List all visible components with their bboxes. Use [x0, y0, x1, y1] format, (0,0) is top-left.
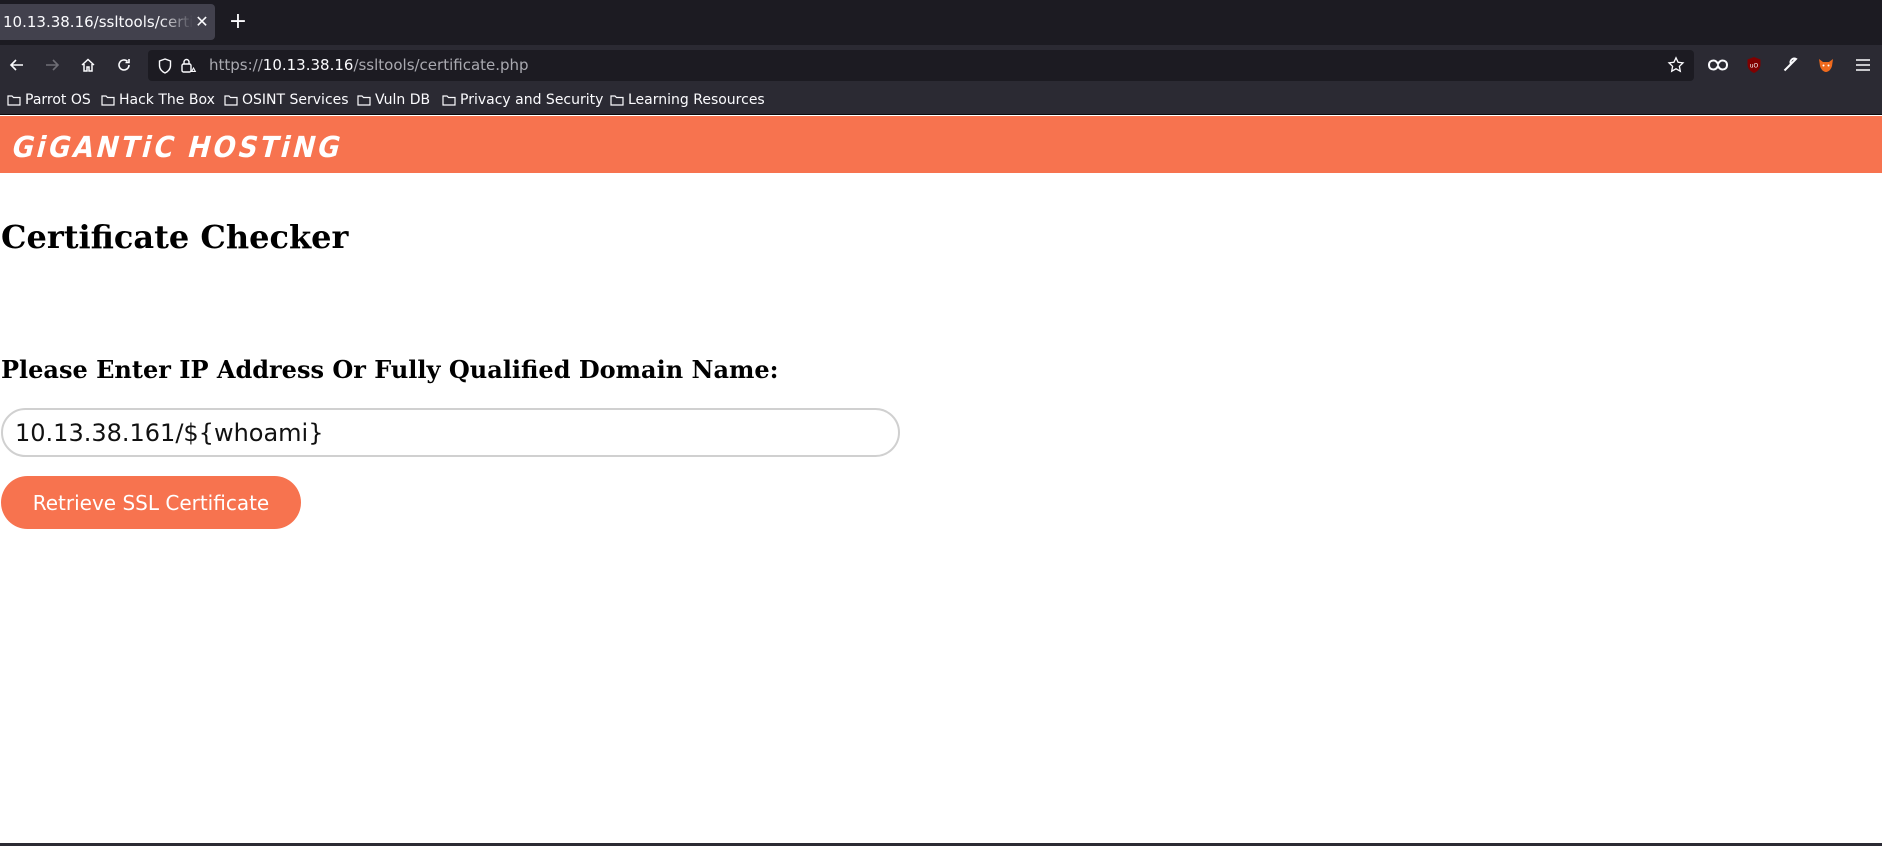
retrieve-ssl-certificate-button[interactable]: Retrieve SSL Certificate	[1, 476, 301, 529]
browser-tab[interactable]: 10.13.38.16/ssltools/certificate.php ✕	[0, 4, 215, 40]
tab-title: 10.13.38.16/ssltools/certificate.php	[3, 13, 193, 31]
host-field-label: Please Enter IP Address Or Fully Qualifi…	[1, 355, 779, 384]
foxyproxy-icon[interactable]	[1815, 54, 1837, 76]
url-host: 10.13.38.16	[262, 56, 354, 74]
bookmark-folder[interactable]: Privacy and Security	[442, 91, 603, 109]
close-tab-icon[interactable]: ✕	[193, 13, 211, 31]
bookmark-label: Vuln DB	[375, 92, 431, 108]
bookmark-folder[interactable]: Parrot OS	[7, 91, 91, 109]
bookmark-label: Parrot OS	[25, 92, 91, 108]
hamburger-menu-icon[interactable]	[1852, 54, 1874, 76]
tab-strip: 10.13.38.16/ssltools/certificate.php ✕ +	[0, 0, 1882, 45]
bookmark-folder[interactable]: Learning Resources	[610, 91, 765, 109]
lock-warning-icon[interactable]	[180, 57, 198, 75]
gigantic-hosting-logo[interactable]: GiGANTiC HOSTiNG	[10, 126, 355, 164]
folder-icon	[7, 95, 21, 106]
forward-arrow-icon[interactable]	[41, 54, 63, 76]
navigation-bar: https://10.13.38.16/ssltools/certificate…	[0, 45, 1882, 85]
folder-icon	[357, 95, 371, 106]
address-bar[interactable]: https://10.13.38.16/ssltools/certificate…	[148, 50, 1694, 81]
site-header: GiGANTiC HOSTiNG	[0, 116, 1882, 173]
back-arrow-icon[interactable]	[6, 54, 28, 76]
home-icon[interactable]	[77, 54, 99, 76]
ublock-origin-icon[interactable]: uO	[1743, 54, 1765, 76]
bookmark-label: Hack The Box	[119, 92, 215, 108]
folder-icon	[442, 95, 456, 106]
folder-icon	[610, 95, 624, 106]
svg-text:uO: uO	[1750, 63, 1759, 70]
host-input[interactable]	[1, 408, 900, 457]
url-scheme: https://	[209, 56, 263, 74]
bookmark-folder[interactable]: Vuln DB	[357, 91, 430, 109]
page-title: Certificate Checker	[1, 218, 349, 256]
shield-icon[interactable]	[156, 57, 174, 75]
reload-icon[interactable]	[113, 54, 135, 76]
url-path: /ssltools/certificate.php	[353, 56, 529, 74]
bookmarks-toolbar: Parrot OS Hack The Box OSINT Services Vu…	[0, 85, 1882, 115]
bookmark-folder[interactable]: Hack The Box	[101, 91, 215, 109]
bookmark-star-icon[interactable]	[1667, 56, 1687, 76]
bookmark-label: OSINT Services	[242, 92, 349, 108]
bookmark-folder[interactable]: OSINT Services	[224, 91, 349, 109]
private-mask-icon[interactable]	[1707, 54, 1729, 76]
url-text[interactable]: https://10.13.38.16/ssltools/certificate…	[209, 56, 529, 74]
bookmark-label: Privacy and Security	[460, 92, 604, 108]
svg-text:GiGANTiC HOSTiNG: GiGANTiC HOSTiNG	[10, 130, 347, 163]
folder-icon	[224, 95, 238, 106]
folder-icon	[101, 95, 115, 106]
wrench-icon[interactable]	[1779, 54, 1801, 76]
new-tab-plus-icon[interactable]: +	[228, 11, 248, 33]
bookmark-label: Learning Resources	[628, 92, 765, 108]
web-page: GiGANTiC HOSTiNG Certificate Checker Ple…	[0, 116, 1882, 846]
